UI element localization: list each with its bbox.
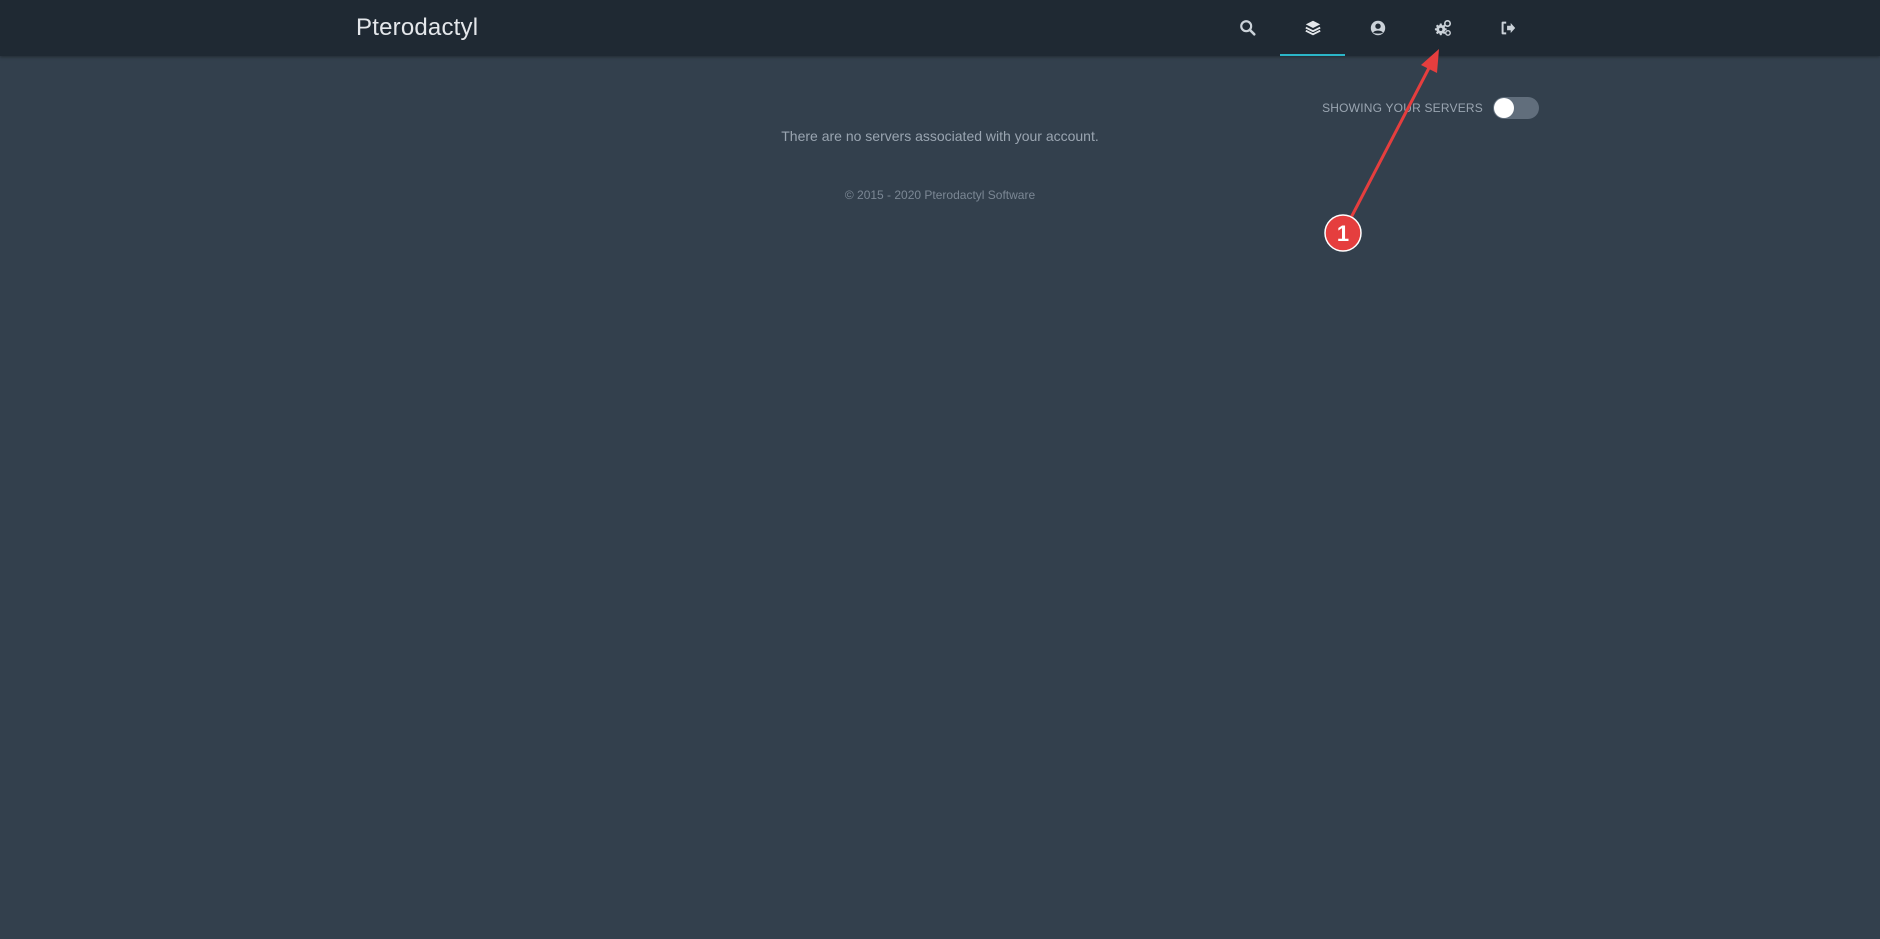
search-icon: [1239, 20, 1256, 36]
annotation-badge-number: 1: [1337, 221, 1349, 246]
top-navbar: Pterodactyl: [0, 0, 1880, 56]
sign-out-icon: [1501, 21, 1515, 35]
empty-servers-message: There are no servers associated with you…: [781, 128, 1099, 144]
nav-logout-button[interactable]: [1475, 0, 1540, 56]
annotation-arrow: [1341, 64, 1432, 235]
show-all-servers-toggle[interactable]: [1493, 97, 1539, 119]
cogs-icon: [1434, 19, 1451, 36]
toggle-knob: [1494, 98, 1514, 118]
footer-copyright: © 2015 - 2020 Pterodactyl Software: [844, 188, 1036, 202]
annotation-badge: [1324, 214, 1362, 252]
brand-logo-text[interactable]: Pterodactyl: [356, 0, 478, 56]
nav-admin-button[interactable]: [1410, 0, 1475, 56]
layers-icon: [1304, 20, 1321, 36]
nav-icon-group: [1215, 0, 1540, 56]
show-servers-toggle-row: Showing your servers: [1322, 96, 1539, 120]
nav-search-button[interactable]: [1215, 0, 1280, 56]
nav-account-button[interactable]: [1345, 0, 1410, 56]
user-circle-icon: [1370, 20, 1385, 36]
toggle-label: Showing your servers: [1322, 101, 1483, 115]
nav-servers-button[interactable]: [1280, 0, 1345, 56]
